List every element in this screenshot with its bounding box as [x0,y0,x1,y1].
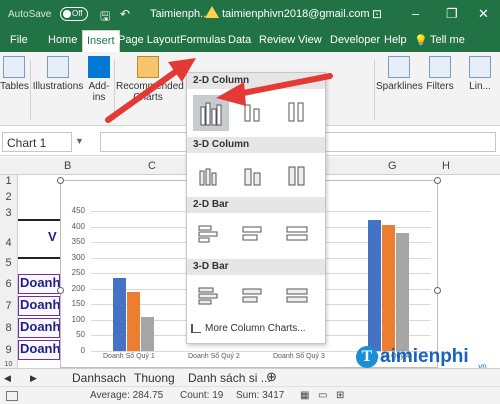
red-arrow-head-1 [168,58,196,82]
normal-view-icon[interactable]: ▦ [300,390,309,401]
add-sheet-button[interactable]: ⊕ [266,369,277,385]
red-arrow-2 [235,73,333,97]
logo-name: aimienphi [380,346,469,367]
status-bar: Average: 284.75 Count: 19 Sum: 3417 ▦ ▭ … [0,386,500,404]
red-arrow-1 [105,67,181,123]
sheet-tabs: ◀ ▶ Danhsach Thuong Danh sách si ... ⊕ [0,368,500,386]
prev-sheet-icon[interactable]: ◀ [4,373,11,384]
sheet-tab-thuong[interactable]: Thuong [134,371,175,385]
sheet-tab-danh-sach-si[interactable]: Danh sách si ... [188,371,271,385]
status-average: Average: 284.75 [90,390,164,401]
next-sheet-icon[interactable]: ▶ [30,373,37,384]
logo-letter: T [356,346,378,368]
page-break-icon[interactable]: ⊞ [336,390,344,401]
status-sum: Sum: 3417 [236,390,285,401]
ready-icon [6,391,18,401]
red-arrow-head-2 [216,82,246,106]
status-count: Count: 19 [180,390,224,401]
sheet-tab-danhsach[interactable]: Danhsach [72,371,126,385]
page-layout-icon[interactable]: ▭ [318,390,327,401]
